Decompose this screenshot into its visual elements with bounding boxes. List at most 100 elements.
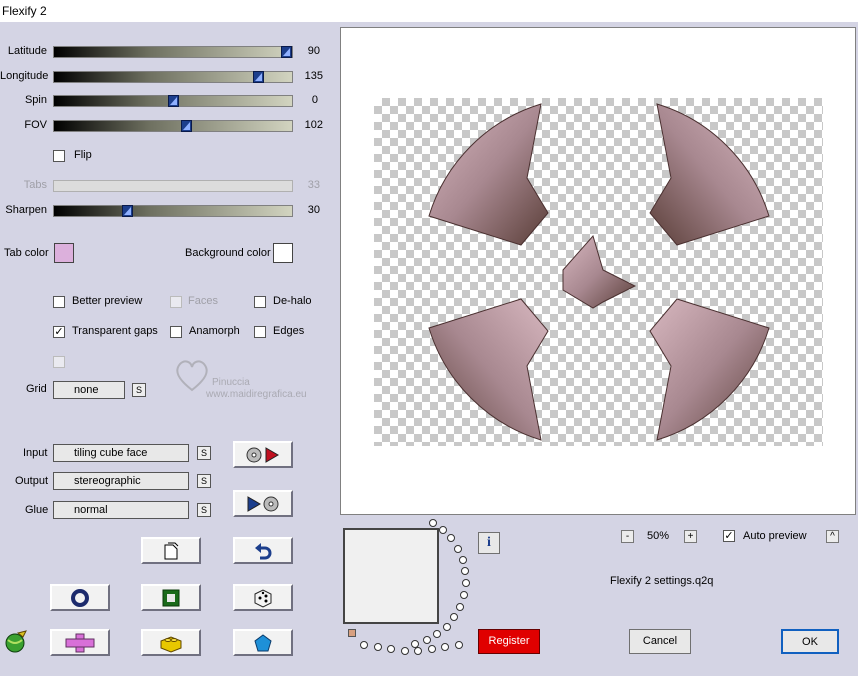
zoom-in-button[interactable]: + — [684, 530, 697, 543]
watermark: Pinuccia www.maidiregrafica.eu — [172, 355, 332, 405]
preview-petal-bottom-left — [428, 298, 549, 441]
navigator-dot[interactable] — [456, 602, 465, 611]
input-label: Input — [23, 447, 48, 459]
ok-button[interactable]: OK — [781, 629, 839, 654]
import-icon — [246, 446, 279, 463]
navigator-dot[interactable] — [422, 636, 431, 645]
navigator-dot[interactable] — [458, 555, 467, 564]
cross-button[interactable] — [50, 629, 110, 656]
glue-s-button[interactable]: S — [197, 503, 211, 517]
navigator-dot[interactable] — [441, 643, 449, 651]
watermark-name: Pinuccia — [212, 377, 250, 388]
tab-color-swatch[interactable] — [54, 243, 74, 263]
navigator-handle[interactable] — [348, 629, 356, 637]
cancel-button[interactable]: Cancel — [629, 629, 691, 654]
undo-button[interactable] — [233, 537, 293, 564]
pentagon-button[interactable] — [233, 629, 293, 656]
navigator-dot[interactable] — [450, 613, 459, 622]
input-dropdown[interactable]: tiling cube face — [53, 444, 189, 462]
register-label: Register — [488, 635, 530, 647]
navigator-dot[interactable] — [438, 525, 447, 534]
navigator-dot[interactable] — [461, 579, 470, 588]
dice-icon — [254, 588, 272, 608]
glue-value: normal — [74, 504, 108, 516]
auto-preview-checkbox[interactable]: ✓ — [723, 530, 735, 542]
cross-icon — [65, 633, 95, 652]
lego-icon — [160, 635, 182, 653]
navigator-dot[interactable] — [400, 647, 409, 655]
spin-thumb[interactable] — [167, 95, 179, 107]
expand-button[interactable]: ^ — [826, 530, 839, 543]
fov-thumb[interactable] — [181, 120, 193, 132]
edges-checkbox[interactable] — [254, 326, 266, 338]
square-button[interactable] — [141, 584, 201, 611]
register-button[interactable]: Register — [478, 629, 540, 654]
spin-track[interactable] — [53, 95, 293, 107]
navigator-dot[interactable] — [454, 544, 462, 553]
grid-dropdown[interactable]: none — [53, 381, 125, 399]
input-s-button[interactable]: S — [197, 446, 211, 460]
spin-label: Spin — [24, 94, 47, 106]
export-button[interactable] — [233, 490, 293, 517]
check-mark-icon: ✓ — [724, 530, 734, 542]
navigator-dot[interactable] — [373, 643, 382, 651]
glue-label: Glue — [25, 504, 49, 516]
input-s-label: S — [200, 448, 207, 458]
grid-value: none — [74, 384, 99, 396]
navigator-dot[interactable] — [461, 567, 470, 576]
better-preview-checkbox[interactable] — [53, 296, 65, 308]
navigator-dot[interactable] — [414, 647, 422, 655]
lego-button[interactable] — [141, 629, 201, 656]
flip-checkbox[interactable] — [53, 150, 65, 162]
longitude-value: 135 — [304, 70, 323, 82]
tabs-value: 33 — [307, 179, 320, 191]
grid-label: Grid — [26, 383, 47, 395]
navigator-dot[interactable] — [429, 518, 437, 527]
background-color-swatch[interactable] — [273, 243, 293, 263]
zoom-out-button[interactable]: - — [621, 530, 634, 543]
latitude-thumb[interactable] — [281, 46, 292, 58]
dehalo-label: De-halo — [273, 295, 312, 307]
navigator-dot[interactable] — [433, 630, 442, 639]
dehalo-checkbox[interactable] — [254, 296, 266, 308]
cancel-label: Cancel — [642, 635, 678, 647]
better-preview-label: Better preview — [72, 295, 143, 307]
longitude-label: Longitude — [0, 70, 49, 82]
navigator-dot[interactable] — [427, 645, 436, 653]
sharpen-thumb[interactable] — [122, 205, 134, 217]
fov-track[interactable] — [53, 120, 293, 132]
new-button[interactable] — [141, 537, 201, 564]
anamorph-label: Anamorph — [189, 325, 240, 337]
anamorph-checkbox[interactable] — [170, 326, 182, 338]
output-dropdown[interactable]: stereographic — [53, 472, 189, 490]
window-titlebar: Flexify 2 — [0, 0, 858, 22]
navigator-dot[interactable] — [454, 641, 463, 649]
flip-label: Flip — [74, 149, 92, 161]
navigator-dot[interactable] — [460, 591, 469, 600]
info-button[interactable]: i — [478, 532, 500, 554]
longitude-thumb[interactable] — [252, 71, 264, 83]
output-s-label: S — [200, 476, 207, 486]
info-icon: i — [487, 535, 491, 550]
navigator-thumbnail[interactable] — [343, 528, 439, 624]
faces-label: Faces — [188, 295, 218, 307]
transparent-gaps-checkbox[interactable]: ✓ — [53, 326, 65, 338]
sharpen-track[interactable] — [53, 205, 293, 217]
grid-s-button[interactable]: S — [132, 383, 146, 397]
navigator-dot[interactable] — [360, 641, 368, 649]
navigator-dot[interactable] — [447, 534, 456, 543]
export-icon — [247, 495, 279, 512]
preview-image — [428, 103, 770, 441]
longitude-track[interactable] — [53, 71, 293, 83]
ring-button[interactable] — [50, 584, 110, 611]
navigator-dot[interactable] — [387, 645, 395, 653]
auto-preview-label: Auto preview — [743, 530, 807, 542]
latitude-track[interactable] — [53, 46, 293, 58]
preview-canvas[interactable] — [340, 27, 856, 515]
import-button[interactable] — [233, 441, 293, 468]
output-s-button[interactable]: S — [197, 474, 211, 488]
zoom-minus-label: - — [625, 531, 630, 542]
glue-dropdown[interactable]: normal — [53, 501, 189, 519]
navigator-dot[interactable] — [442, 622, 451, 631]
dice-button[interactable] — [233, 584, 293, 611]
